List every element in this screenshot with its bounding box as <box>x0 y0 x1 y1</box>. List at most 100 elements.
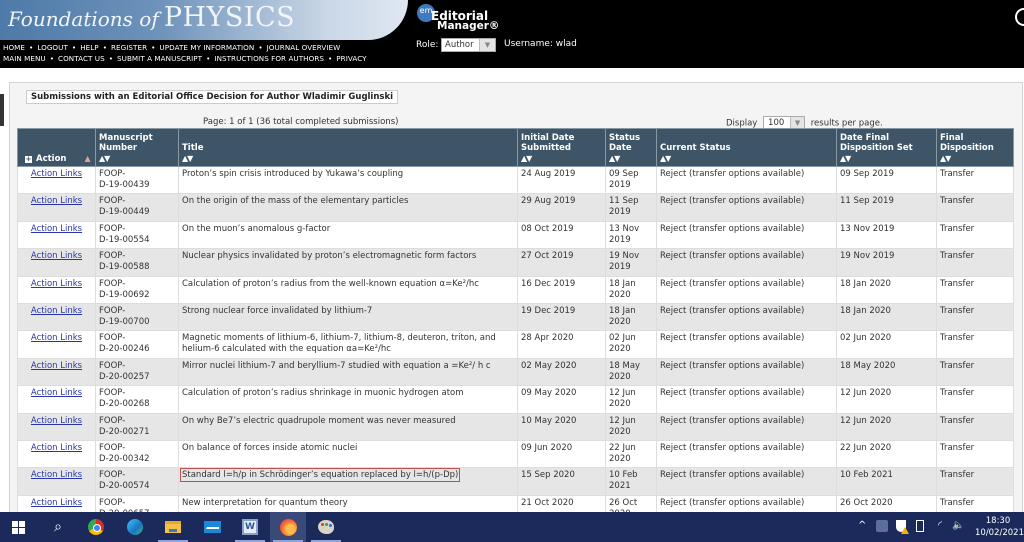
cell-status-date: 13 Nov 2019 <box>605 220 657 250</box>
manuscript-prefix: FOOP- <box>99 442 126 453</box>
nav-link-submit-a-manuscript[interactable]: SUBMIT A MANUSCRIPT <box>117 54 202 63</box>
cell-final-date: 12 Jun 2020 <box>836 412 937 441</box>
chrome-icon[interactable] <box>86 517 106 537</box>
people-icon[interactable] <box>876 520 888 532</box>
cell-status-date: 18 Jan 2020 <box>605 275 657 304</box>
sort-arrows-icon[interactable]: ▲▼ <box>840 154 933 165</box>
current-status: Reject (transfer options available) <box>660 442 805 453</box>
sort-arrows-icon[interactable]: ▲▼ <box>660 154 833 165</box>
action-links-link[interactable]: Action Links <box>31 251 82 261</box>
action-links-link[interactable]: Action Links <box>31 388 82 398</box>
column-header-title[interactable]: Title ▲▼ <box>178 128 518 167</box>
action-links-link[interactable]: Action Links <box>31 470 82 480</box>
mail-icon[interactable] <box>202 517 222 537</box>
search-icon[interactable]: ⌕ <box>48 517 68 537</box>
sort-arrows-icon[interactable]: ▲▼ <box>521 154 602 165</box>
cell-initial-date: 15 Sep 2020 <box>517 467 606 496</box>
battery-icon[interactable] <box>916 520 924 532</box>
final-disposition: Transfer <box>940 278 975 289</box>
show-hidden-icons-chevron-up-icon[interactable]: ^ <box>858 520 866 531</box>
column-header-final[interactable]: Final Disposition ▲▼ <box>936 128 1014 167</box>
nav-link-journal-overview[interactable]: JOURNAL OVERVIEW <box>267 43 341 52</box>
column-label: Manuscript <box>99 132 153 143</box>
action-links-link[interactable]: Action Links <box>31 443 82 453</box>
final-disposition: Transfer <box>940 305 975 316</box>
cell-current-status: Reject (transfer options available) <box>656 165 837 195</box>
nav-link-register[interactable]: REGISTER <box>111 43 147 52</box>
chevron-down-icon[interactable]: ▼ <box>479 39 495 51</box>
column-label-line2: Disposition <box>940 143 994 153</box>
cell-initial-date: 24 Aug 2019 <box>517 165 606 195</box>
nav-link-home[interactable]: HOME <box>3 43 25 52</box>
nav-link-main-menu[interactable]: MAIN MENU <box>3 54 46 63</box>
column-label: Status <box>609 132 641 143</box>
cell-action: Action Links <box>17 275 96 304</box>
volume-icon[interactable]: 🔈 <box>952 520 964 532</box>
action-links-link[interactable]: Action Links <box>31 306 82 316</box>
paint-icon[interactable] <box>316 517 336 537</box>
manuscript-title: On balance of forces inside atomic nucle… <box>182 442 358 453</box>
manuscript-prefix: FOOP- <box>99 360 126 371</box>
action-links-link[interactable]: Action Links <box>31 416 82 426</box>
final-disposition: Transfer <box>940 196 975 207</box>
submissions-table: + Action ▲ Manuscript Number ▲▼ Title ▲▼ Initial… <box>17 128 1014 524</box>
manuscript-id: D-19-00554 <box>99 234 150 245</box>
column-header-action[interactable]: + Action ▲ <box>17 128 96 167</box>
file-explorer-icon[interactable] <box>163 517 183 537</box>
cell-current-status: Reject (transfer options available) <box>656 412 837 441</box>
column-header-initial-date[interactable]: Initial Date Submitted ▲▼ <box>517 128 606 167</box>
security-shield-warning-icon[interactable] <box>896 520 909 534</box>
initial-date-submitted: 29 Aug 2019 <box>521 196 576 207</box>
table-row: Action Links FOOP- D-20-00246 Magnetic mome… <box>17 330 1014 359</box>
sort-arrows-icon[interactable]: ▲▼ <box>940 154 1010 165</box>
action-links-link[interactable]: Action Links <box>31 196 82 206</box>
column-header-manuscript[interactable]: Manuscript Number ▲▼ <box>95 128 179 167</box>
role-select[interactable]: Author ▼ <box>441 38 496 52</box>
initial-date-submitted: 09 May 2020 <box>521 388 577 399</box>
cell-manuscript-number: FOOP- D-19-00554 <box>95 220 179 250</box>
nav-link-privacy[interactable]: PRIVACY <box>336 54 366 63</box>
action-links-link[interactable]: Action Links <box>31 333 82 343</box>
column-header-current-status[interactable]: Current Status ▲▼ <box>656 128 837 167</box>
cell-final-disposition: Transfer <box>936 467 1014 496</box>
cell-status-date: 18 Jan 2020 <box>605 302 657 332</box>
nav-link-contact-us[interactable]: CONTACT US <box>58 54 105 63</box>
final-disposition-date: 09 Sep 2019 <box>840 169 894 179</box>
help-circle-icon[interactable] <box>1015 8 1024 26</box>
final-disposition-date: 18 May 2020 <box>840 360 896 371</box>
cell-current-status: Reject (transfer options available) <box>656 330 837 359</box>
initial-date-submitted: 08 Oct 2019 <box>521 223 574 234</box>
nav-link-update-my-information[interactable]: UPDATE MY INFORMATION <box>159 43 254 52</box>
action-links-link[interactable]: Action Links <box>31 224 82 234</box>
system-clock[interactable]: 18:30 10/02/2021 <box>975 515 1024 539</box>
wifi-icon[interactable]: ◜ <box>934 520 946 532</box>
sort-arrows-icon[interactable]: ▲▼ <box>609 154 653 165</box>
action-links-link[interactable]: Action Links <box>31 279 82 289</box>
firefox-icon[interactable] <box>278 517 298 537</box>
cell-initial-date: 09 May 2020 <box>517 385 606 414</box>
start-icon[interactable] <box>8 517 28 537</box>
nav-link-help[interactable]: HELP <box>80 43 99 52</box>
edge-icon[interactable] <box>125 517 145 537</box>
initial-date-submitted: 15 Sep 2020 <box>521 470 575 481</box>
nav-link-logout[interactable]: LOGOUT <box>37 43 68 52</box>
word-icon[interactable]: W <box>240 517 260 537</box>
action-links-link[interactable]: Action Links <box>31 498 82 508</box>
cell-current-status: Reject (transfer options available) <box>656 467 837 496</box>
column-header-date-final[interactable]: Date Final Disposition Set ▲▼ <box>836 128 937 167</box>
column-header-status[interactable]: Status Date ▲▼ <box>605 128 657 167</box>
action-links-link[interactable]: Action Links <box>31 169 82 179</box>
action-links-link[interactable]: Action Links <box>31 361 82 371</box>
column-label: Date Final <box>840 132 889 143</box>
journal-title[interactable]: Foundations of PHYSICS <box>8 2 295 33</box>
expand-plus-icon[interactable]: + <box>25 155 32 163</box>
cell-action: Action Links <box>17 385 96 414</box>
submissions-table-wrap: + Action ▲ Manuscript Number ▲▼ Title ▲▼ Initial… <box>17 128 1014 524</box>
cell-current-status: Reject (transfer options available) <box>656 248 837 277</box>
cell-manuscript-number: FOOP- D-20-00271 <box>95 412 179 441</box>
manuscript-title-highlighted: Standard l=h/p in Schrödinger’s equation… <box>179 468 461 483</box>
sort-arrows-icon[interactable]: ▲▼ <box>182 154 514 165</box>
sort-arrows-icon[interactable]: ▲▼ <box>99 154 175 165</box>
clock-time: 18:30 <box>985 516 1011 526</box>
nav-link-instructions-for-authors[interactable]: INSTRUCTIONS FOR AUTHORS <box>214 54 324 63</box>
